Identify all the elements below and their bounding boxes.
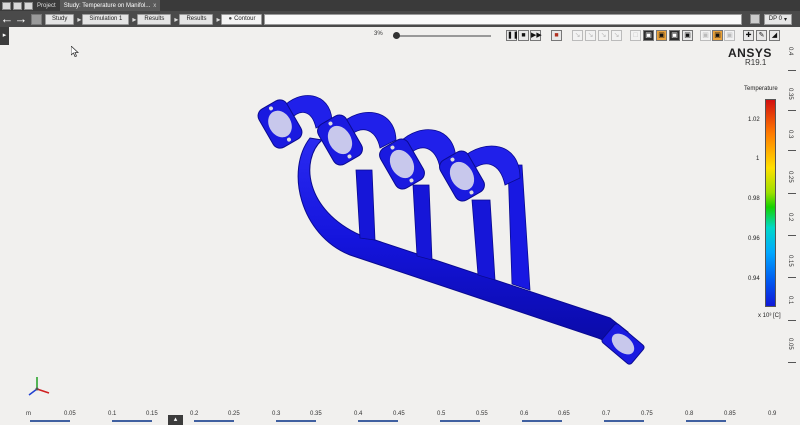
right-scale-label: 0.25	[787, 171, 793, 183]
runner-pipe	[412, 184, 433, 261]
ruler-segment	[194, 420, 234, 422]
camera-icon[interactable]: ▣	[700, 30, 711, 41]
animation-slider-handle[interactable]	[392, 32, 400, 39]
right-scale-label: 0.35	[787, 88, 793, 100]
right-scale-label: 0.2	[787, 213, 793, 222]
record-dot-icon: ■	[554, 32, 559, 39]
ruler-segment	[30, 420, 70, 422]
ruler-label: 0.5	[437, 411, 446, 417]
version-label: R19.1	[745, 58, 767, 67]
edit-icon[interactable]: ✎	[756, 30, 767, 41]
right-scale-label: 0.15	[787, 255, 793, 267]
right-scale-label: 0.1	[787, 296, 793, 305]
ruler-label: 0.25	[228, 411, 240, 417]
select-icon[interactable]: ↘	[572, 30, 583, 41]
animation-slider[interactable]	[393, 35, 491, 37]
ruler-label: 0.6	[520, 411, 529, 417]
ruler-label: 0.2	[190, 411, 199, 417]
ruler-label: 0.75	[641, 411, 653, 417]
ruler-segment	[686, 420, 726, 422]
ruler-label: 0.3	[272, 411, 281, 417]
ruler-label: 0.15	[146, 411, 158, 417]
legend-tick: 1	[756, 156, 760, 162]
right-scale-label: 0.4	[787, 47, 793, 56]
animation-progress-label: 3%	[374, 31, 383, 37]
ruler-label: 0.85	[724, 411, 736, 417]
fast-forward-icon[interactable]: ▶▶	[530, 30, 542, 41]
bottom-panel-expand-icon[interactable]: ▴	[168, 415, 183, 425]
bottom-ruler: m 0.05 0.1 0.15 0.2 0.25 0.3 0.35 0.4 0.…	[0, 408, 800, 425]
right-scale-tick	[788, 193, 796, 194]
select-box-icon[interactable]: ↘	[585, 30, 596, 41]
ruler-label: 0.65	[558, 411, 570, 417]
pause-icon[interactable]: ❚❚	[506, 30, 519, 41]
stop-icon[interactable]: ■	[518, 30, 529, 41]
view-iso-icon[interactable]: ▣	[643, 30, 654, 41]
ruler-segment	[604, 420, 644, 422]
probe-icon[interactable]: ▣	[724, 30, 735, 41]
ruler-label: 0.4	[354, 411, 363, 417]
cross-section-icon[interactable]: ✚	[743, 30, 754, 41]
right-scale-label: 0.3	[787, 130, 793, 139]
axis-triad-icon[interactable]	[25, 375, 55, 400]
right-scale-tick	[788, 235, 796, 236]
ruler-segment	[358, 420, 398, 422]
record-icon[interactable]: ■	[551, 30, 562, 41]
legend-tick: 1.02	[748, 117, 760, 123]
right-scale-tick	[788, 362, 796, 363]
ruler-label: 0.9	[768, 411, 777, 417]
manifold-model[interactable]	[0, 0, 800, 425]
ruler-label: 0.8	[685, 411, 694, 417]
select-edge-icon[interactable]: ↘	[611, 30, 622, 41]
ruler-unit: m	[26, 411, 31, 417]
ruler-label: 0.45	[393, 411, 405, 417]
ruler-label: 0.1	[108, 411, 117, 417]
runner-pipe	[355, 169, 376, 241]
legend-tick: 0.98	[748, 196, 760, 202]
ruler-label: 0.7	[602, 411, 611, 417]
color-map-icon[interactable]: ▣	[712, 30, 723, 41]
runner-pipe	[471, 199, 496, 281]
ruler-icon[interactable]: ◢	[769, 30, 780, 41]
select-face-icon[interactable]: ↘	[598, 30, 609, 41]
right-scale-tick	[788, 150, 796, 151]
right-scale-label: 0.05	[787, 338, 793, 350]
ruler-segment	[112, 420, 152, 422]
right-scale-tick	[788, 110, 796, 111]
runner-pipe	[507, 164, 531, 291]
right-scale-tick	[788, 70, 796, 71]
right-scale-tick	[788, 320, 796, 321]
view-box-icon[interactable]: □	[630, 30, 641, 41]
legend-tick: 0.94	[748, 276, 760, 282]
legend-title: Temperature	[744, 86, 778, 92]
view-fit-icon[interactable]: ▣	[682, 30, 693, 41]
legend-tick: 0.96	[748, 236, 760, 242]
ruler-segment	[440, 420, 480, 422]
app-window: Project Study: Temperature on Manifol...…	[0, 0, 800, 425]
ruler-segment	[276, 420, 316, 422]
view-front-icon[interactable]: ▣	[656, 30, 667, 41]
legend-unit: x 10³ [C]	[758, 313, 781, 319]
ruler-label: 0.05	[64, 411, 76, 417]
ruler-label: 0.55	[476, 411, 488, 417]
right-scale-tick	[788, 277, 796, 278]
legend-color-bar	[765, 99, 776, 307]
ruler-label: 0.35	[310, 411, 322, 417]
ruler-segment	[522, 420, 562, 422]
mouse-cursor-icon	[71, 46, 79, 57]
view-top-icon[interactable]: ▣	[669, 30, 680, 41]
